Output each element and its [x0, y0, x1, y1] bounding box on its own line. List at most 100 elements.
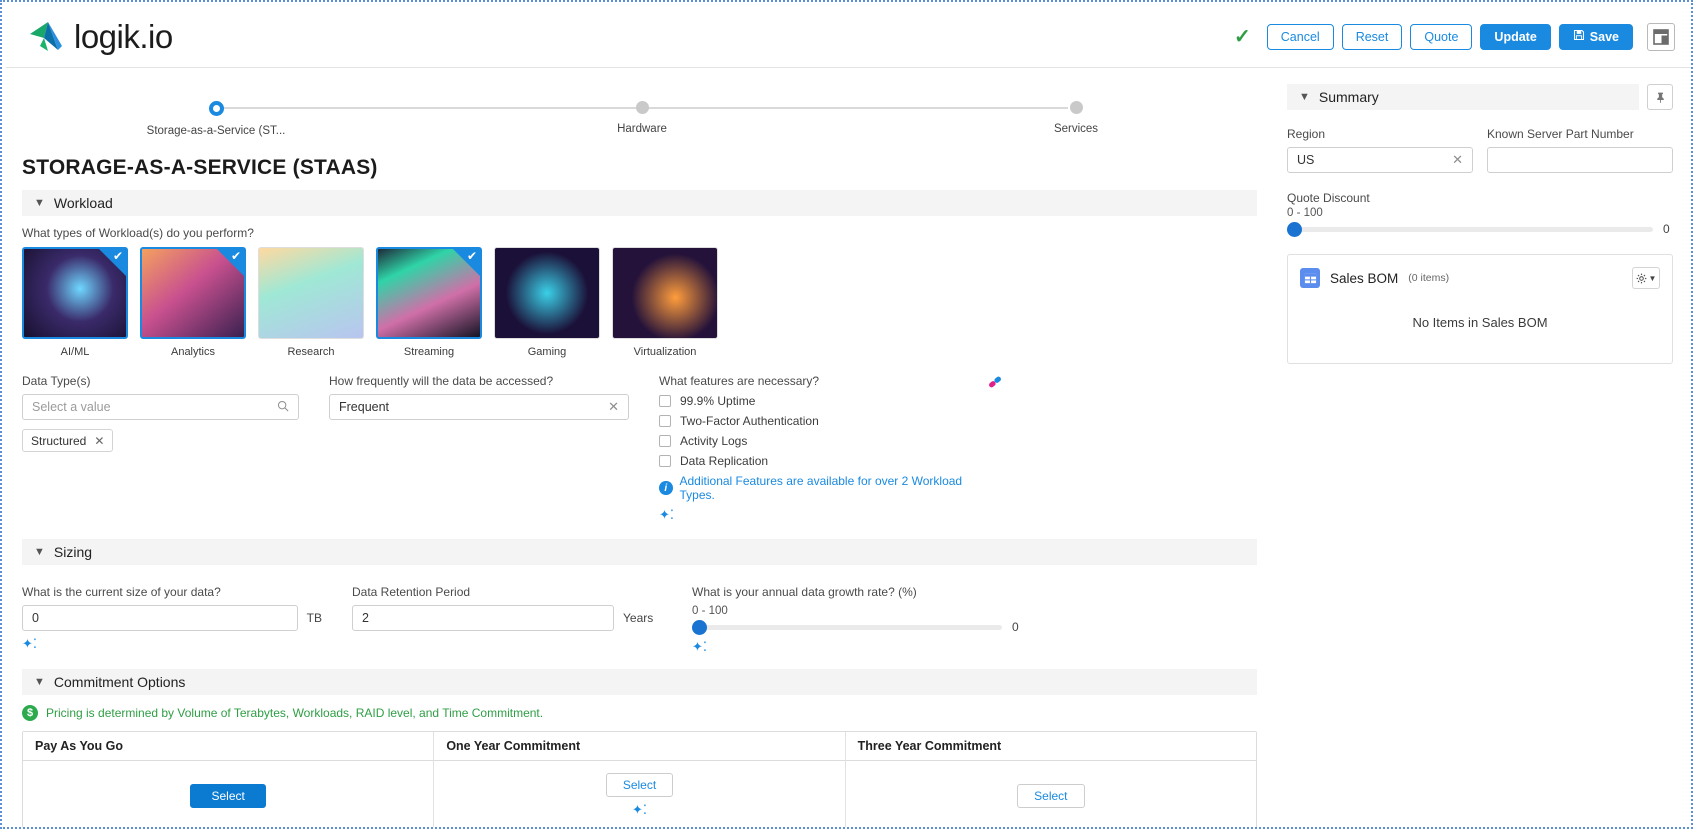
feature-row-activity-logs[interactable]: Activity Logs: [659, 434, 989, 448]
section-title: Workload: [53, 195, 113, 211]
page-body: Storage-as-a-Service (ST... Hardware Ser…: [6, 68, 1691, 827]
checkbox[interactable]: [659, 455, 671, 467]
feature-row-two-factor-authentication[interactable]: Two-Factor Authentication: [659, 414, 989, 428]
gear-icon[interactable]: ▼: [1632, 267, 1660, 289]
workload-tile-analytics[interactable]: Analytics: [140, 247, 246, 358]
feature-label: 99.9% Uptime: [680, 394, 756, 408]
growth-rate-slider[interactable]: 0: [692, 619, 1022, 635]
checkbox[interactable]: [659, 415, 671, 427]
retention-value: 2: [362, 611, 369, 625]
quote-discount-slider[interactable]: 0: [1287, 221, 1673, 237]
select-button-pay-as-you-go[interactable]: Select: [190, 783, 266, 808]
pricing-note-text: Pricing is determined by Volume of Terab…: [46, 706, 544, 720]
current-size-label: What is the current size of your data?: [22, 585, 221, 599]
close-icon[interactable]: ✕: [608, 399, 619, 415]
step-storage-as-a-service[interactable]: Storage-as-a-Service (ST...: [96, 90, 336, 137]
summary-title: Summary: [1318, 89, 1379, 105]
frequency-value: Frequent: [339, 400, 390, 414]
panel-layout-icon[interactable]: [1647, 22, 1675, 51]
slider-track[interactable]: [692, 619, 1002, 635]
workload-tile-research[interactable]: Research: [258, 247, 364, 358]
check-icon: ✓: [1234, 26, 1251, 48]
reset-button[interactable]: Reset: [1341, 23, 1403, 50]
retention-input[interactable]: 2: [352, 605, 614, 631]
section-header-sizing[interactable]: ▼ Sizing: [22, 539, 1257, 565]
tile-label: Virtualization: [633, 346, 697, 358]
section-header-summary[interactable]: ▼ Summary: [1287, 84, 1639, 110]
workload-tile-ai-ml[interactable]: AI/ML: [22, 247, 128, 358]
summary-panel: ▼ Summary Region US ✕ Known Server Part …: [1273, 68, 1691, 827]
workload-tile-virtualization[interactable]: Virtualization: [612, 247, 718, 358]
region-value: US: [1297, 153, 1315, 167]
progress-stepper: Storage-as-a-Service (ST... Hardware Ser…: [6, 90, 1273, 148]
section-header-workload[interactable]: ▼ Workload: [22, 190, 1257, 216]
sparkle-icon[interactable]: ✦⁚: [22, 636, 37, 652]
data-type-chip-structured[interactable]: Structured ✕: [22, 429, 114, 452]
pill-icon[interactable]: [987, 374, 1003, 393]
close-icon[interactable]: ✕: [94, 434, 104, 448]
growth-rate-value: 0: [1012, 620, 1019, 634]
frequency-input[interactable]: Frequent ✕: [329, 394, 629, 420]
floppy-disk-icon: [1573, 29, 1585, 44]
current-size-value: 0: [32, 611, 39, 625]
sparkle-icon[interactable]: ✦⁚: [632, 802, 647, 818]
features-info-text: Additional Features are available for ov…: [679, 474, 963, 502]
slider-track[interactable]: [1287, 221, 1653, 237]
section-title: Commitment Options: [53, 674, 186, 690]
chevron-down-icon: ▼: [34, 197, 45, 209]
retention-field: Data Retention Period 2 Years: [352, 585, 662, 655]
workload-question: What types of Workload(s) do you perform…: [22, 226, 254, 240]
select-button-three-year[interactable]: Select: [1017, 783, 1085, 808]
cancel-button[interactable]: Cancel: [1266, 23, 1334, 50]
slider-knob[interactable]: [692, 619, 707, 635]
tile-image: [494, 247, 600, 339]
tile-image: [22, 247, 128, 339]
sales-bom-card: Sales BOM (0 items) ▼ No Items in Sales …: [1287, 254, 1673, 364]
sales-bom-title: Sales BOM: [1330, 270, 1399, 286]
cell-select-pay-as-you-go: Select: [23, 761, 435, 827]
checkbox[interactable]: [659, 395, 671, 407]
data-types-input[interactable]: Select a value: [22, 394, 299, 420]
column-header-three-year: Three Year Commitment: [845, 732, 1256, 761]
sparkle-icon[interactable]: ✦⁚: [659, 507, 674, 523]
chevron-down-icon: ▼: [1299, 91, 1310, 103]
browser-window: logik.io ✓ Cancel Reset Quote Update Sav…: [0, 0, 1693, 829]
update-button[interactable]: Update: [1480, 23, 1551, 50]
brand-logo[interactable]: logik.io: [28, 18, 173, 56]
growth-rate-label: What is your annual data growth rate? (%…: [692, 585, 917, 599]
feature-row-uptime[interactable]: 99.9% Uptime: [659, 394, 989, 408]
step-hardware[interactable]: Hardware: [522, 90, 762, 135]
step-services[interactable]: Services: [956, 90, 1196, 135]
current-size-input[interactable]: 0: [22, 605, 298, 631]
workload-tiles: AI/ML Analytics Research Streaming: [22, 247, 1257, 358]
chevron-down-icon: ▼: [34, 546, 45, 558]
page-title: STORAGE-AS-A-SERVICE (STAAS): [22, 156, 378, 179]
logik-logo-icon: [28, 20, 64, 54]
tile-image: [140, 247, 246, 339]
feature-row-data-replication[interactable]: Data Replication: [659, 454, 989, 468]
server-part-input[interactable]: [1487, 147, 1673, 173]
select-button-one-year[interactable]: Select: [605, 773, 674, 797]
sparkle-icon[interactable]: ✦⁚: [692, 639, 707, 655]
feature-label: Activity Logs: [680, 434, 748, 448]
quote-button[interactable]: Quote: [1410, 23, 1473, 50]
workload-tile-streaming[interactable]: Streaming: [376, 247, 482, 358]
app-page: logik.io ✓ Cancel Reset Quote Update Sav…: [6, 6, 1691, 827]
pin-icon[interactable]: [1647, 84, 1673, 110]
slider-knob[interactable]: [1287, 221, 1302, 237]
tile-image: [376, 247, 482, 339]
magnifier-icon[interactable]: [277, 400, 289, 415]
workload-tile-gaming[interactable]: Gaming: [494, 247, 600, 358]
retention-unit: Years: [623, 611, 654, 625]
features-label: What features are necessary?: [659, 374, 820, 388]
configurator-main: Storage-as-a-Service (ST... Hardware Ser…: [6, 68, 1273, 827]
tile-label: Analytics: [170, 346, 216, 358]
selected-check-icon: [453, 249, 480, 276]
quote-discount-label: Quote Discount: [1287, 191, 1370, 205]
close-icon[interactable]: ✕: [1452, 152, 1463, 168]
region-input[interactable]: US ✕: [1287, 147, 1473, 173]
save-button[interactable]: Save: [1558, 23, 1633, 50]
section-header-commitment-options[interactable]: ▼ Commitment Options: [22, 669, 1257, 695]
growth-rate-range: 0 - 100: [692, 605, 728, 617]
checkbox[interactable]: [659, 435, 671, 447]
